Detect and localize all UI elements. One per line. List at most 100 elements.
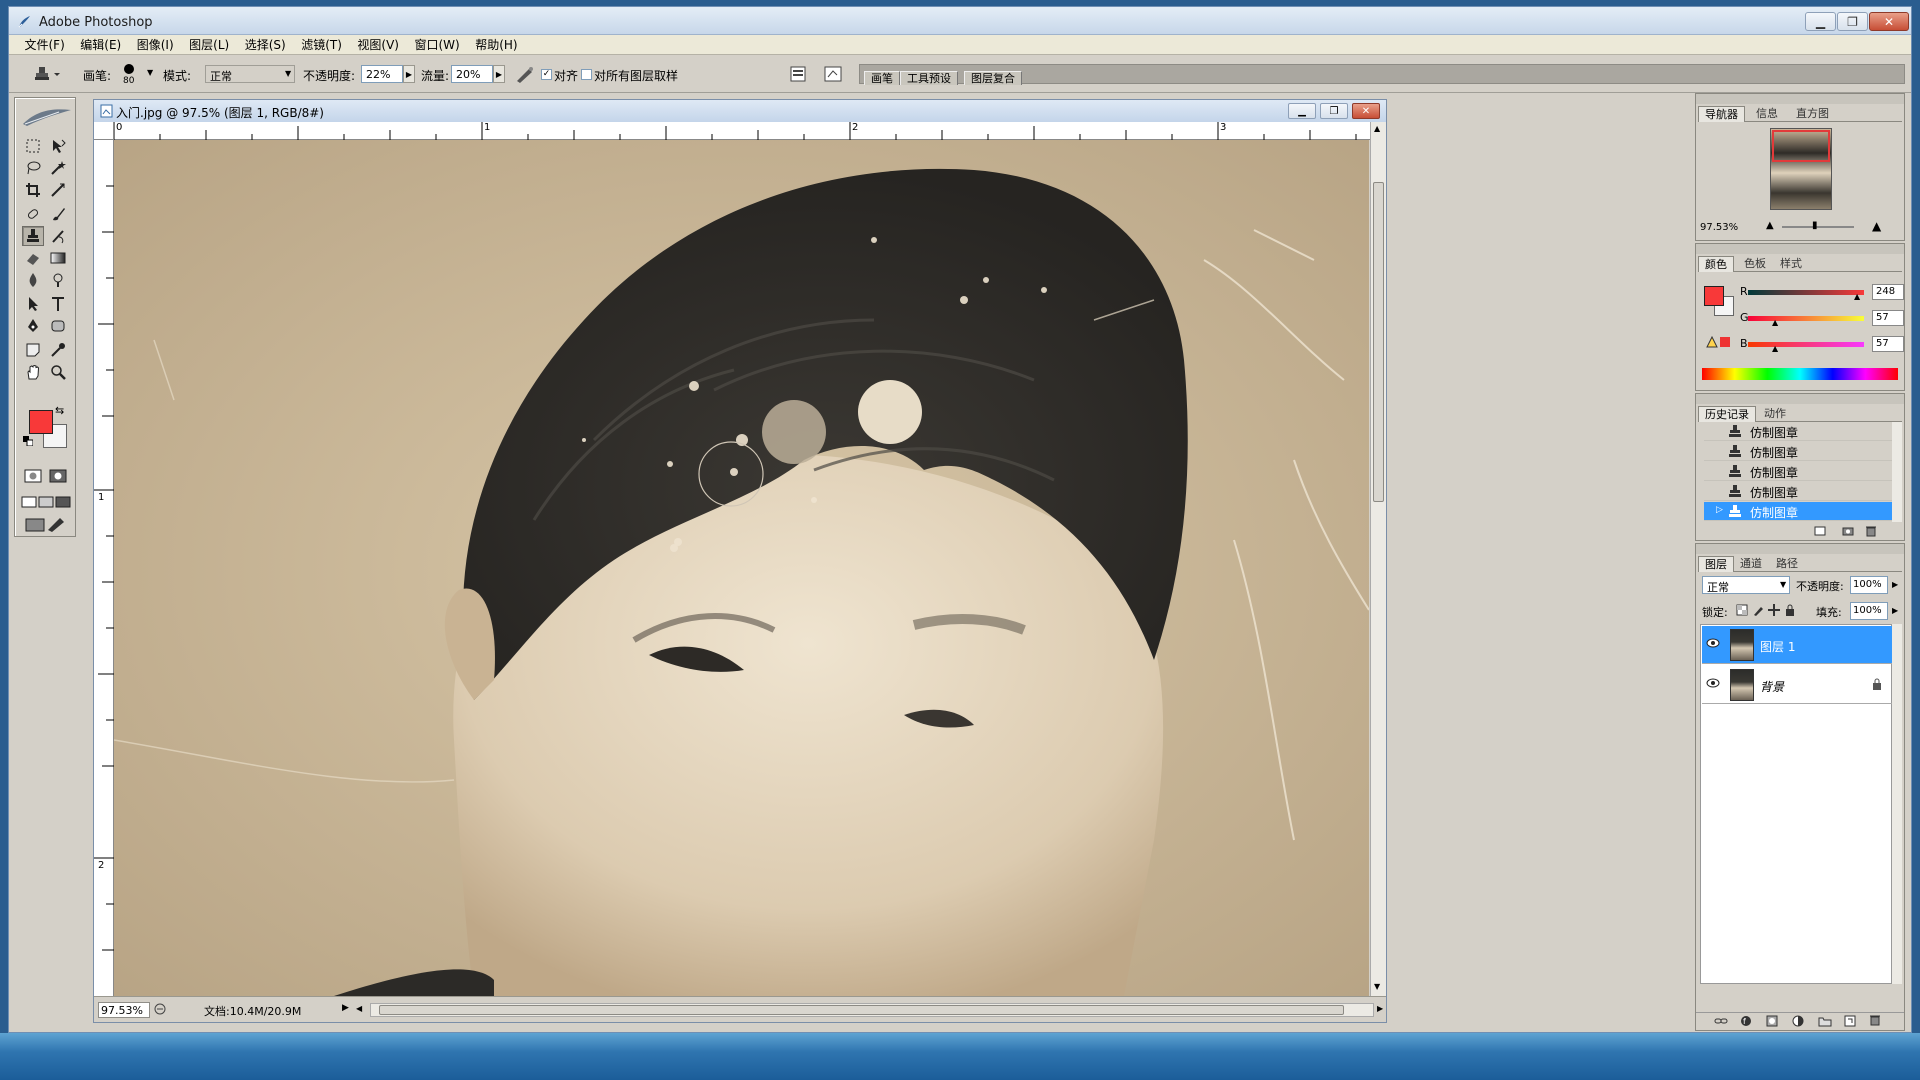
lock-position-icon[interactable] (1768, 604, 1780, 616)
color-slider-b[interactable]: B ▲ 57 (1702, 336, 1904, 356)
gamut-warning-icon[interactable] (1706, 336, 1718, 348)
horizontal-scrollbar[interactable] (370, 1003, 1374, 1017)
tab-history[interactable]: 历史记录 (1698, 406, 1756, 422)
ruler-origin[interactable] (94, 122, 114, 140)
layer-row[interactable]: 背景 (1702, 666, 1894, 704)
brush-picker-arrow-icon[interactable]: ▼ (147, 68, 153, 77)
hand-tool-icon[interactable] (22, 362, 44, 382)
navigator-slider-thumb-icon[interactable]: ▮ (1812, 220, 1818, 231)
clone-stamp-tool-icon[interactable] (22, 226, 44, 246)
quick-mask-mode-icon[interactable] (47, 466, 69, 486)
navigator-thumbnail[interactable] (1770, 128, 1832, 210)
lock-transparent-pixels-icon[interactable] (1736, 604, 1748, 616)
color-panel-foreground-swatch[interactable] (1704, 286, 1724, 306)
menu-view[interactable]: 视图(V) (351, 35, 405, 53)
menu-select[interactable]: 选择(S) (239, 35, 292, 53)
new-layer-icon[interactable] (1844, 1015, 1856, 1027)
gradient-tool-icon[interactable] (47, 248, 69, 268)
airbrush-icon[interactable] (515, 65, 535, 83)
ruler-vertical[interactable]: 1 2 (94, 140, 114, 996)
menu-help[interactable]: 帮助(H) (469, 35, 523, 53)
scroll-left-arrow-icon[interactable]: ◀ (356, 1004, 362, 1013)
panel-header[interactable] (1696, 394, 1904, 404)
document-maximize-button[interactable]: ❐ (1320, 103, 1348, 119)
opacity-input[interactable]: 22% (361, 65, 403, 83)
move-tool-icon[interactable] (47, 136, 69, 156)
standard-mode-icon[interactable] (22, 466, 44, 486)
zoom-tool-icon[interactable] (47, 362, 69, 382)
eyedropper-tool-icon[interactable] (47, 340, 69, 360)
status-info-icon[interactable] (154, 1003, 166, 1015)
menu-filter[interactable]: 滤镜(T) (295, 35, 348, 53)
slider-thumb-icon[interactable]: ▲ (1772, 318, 1778, 327)
b-gradient[interactable] (1748, 342, 1864, 347)
vertical-scrollbar[interactable]: ▲ ▼ (1370, 122, 1386, 996)
blend-mode-select[interactable]: 正常 (1702, 576, 1790, 594)
vertical-scroll-thumb[interactable] (1373, 182, 1384, 502)
slice-tool-icon[interactable] (47, 180, 69, 200)
history-scrollbar[interactable] (1892, 422, 1902, 522)
all-layers-checkbox[interactable] (581, 69, 592, 80)
gamut-color-swatch[interactable] (1720, 337, 1730, 347)
tab-channels[interactable]: 通道 (1734, 556, 1768, 572)
link-layers-icon[interactable] (1714, 1016, 1728, 1026)
status-menu-arrow-icon[interactable]: ▶ (342, 1003, 349, 1013)
dodge-tool-icon[interactable] (47, 270, 69, 290)
type-tool-icon[interactable] (47, 294, 69, 314)
color-slider-r[interactable]: R ▲ 248 (1702, 284, 1904, 304)
add-layer-mask-icon[interactable] (1766, 1015, 1778, 1027)
fill-arrow-icon[interactable]: ▶ (1892, 606, 1898, 615)
layer-style-icon[interactable]: f (1740, 1015, 1752, 1027)
panel-header[interactable] (1696, 244, 1904, 254)
ruler-horizontal[interactable]: 0 1 2 3 (114, 122, 1380, 140)
eraser-tool-icon[interactable] (22, 248, 44, 268)
palette-well-toggle-icon[interactable] (823, 65, 843, 83)
menu-file[interactable]: 文件(F) (19, 35, 71, 53)
new-snapshot-icon[interactable] (1842, 526, 1854, 536)
tab-actions[interactable]: 动作 (1758, 406, 1792, 422)
zoom-level-field[interactable]: 97.53% (98, 1002, 150, 1018)
scroll-up-arrow-icon[interactable]: ▲ (1374, 124, 1380, 133)
r-gradient[interactable] (1748, 290, 1864, 295)
screen-mode-icons[interactable] (18, 492, 74, 512)
visibility-eye-icon[interactable] (1706, 638, 1720, 648)
tab-layers[interactable]: 图层 (1698, 556, 1734, 572)
history-item[interactable]: 仿制图章 (1704, 462, 1892, 481)
navigator-view-box[interactable] (1772, 130, 1830, 162)
flow-slider-arrow-icon[interactable]: ▶ (493, 65, 505, 83)
tab-info[interactable]: 信息 (1750, 106, 1784, 122)
navigator-zoom-slider[interactable] (1782, 226, 1854, 228)
history-item[interactable]: 仿制图章 (1704, 482, 1892, 501)
minimize-button[interactable]: ▁ (1805, 12, 1836, 31)
menu-layer[interactable]: 图层(L) (183, 35, 235, 53)
menu-edit[interactable]: 编辑(E) (74, 35, 127, 53)
g-gradient[interactable] (1748, 316, 1864, 321)
history-item[interactable]: 仿制图章 (1704, 422, 1892, 441)
magic-wand-tool-icon[interactable] (47, 158, 69, 178)
visibility-eye-icon[interactable] (1706, 678, 1720, 688)
trash-icon[interactable] (1866, 525, 1876, 537)
scroll-down-arrow-icon[interactable]: ▼ (1374, 982, 1380, 991)
b-value-input[interactable]: 57 (1872, 336, 1904, 352)
mode-select[interactable]: 正常 (205, 65, 295, 83)
horizontal-scroll-thumb[interactable] (379, 1005, 1344, 1015)
well-tab-brushes[interactable]: 画笔 (864, 71, 900, 85)
history-brush-tool-icon[interactable] (47, 226, 69, 246)
crop-tool-icon[interactable] (22, 180, 44, 200)
notes-tool-icon[interactable] (22, 340, 44, 360)
opacity-slider-arrow-icon[interactable]: ▶ (403, 65, 415, 83)
color-slider-g[interactable]: G ▲ 57 (1702, 310, 1904, 330)
well-tab-layer-comps[interactable]: 图层复合 (964, 71, 1022, 85)
close-button[interactable]: ✕ (1869, 12, 1909, 31)
panel-header[interactable] (1696, 94, 1904, 104)
layer-row[interactable]: 图层 1 (1702, 626, 1894, 664)
document-close-button[interactable]: ✕ (1352, 103, 1380, 119)
adjustment-layer-icon[interactable] (1792, 1015, 1804, 1027)
clone-stamp-tool-preset-icon[interactable] (33, 65, 63, 83)
zoom-in-icon[interactable]: ▲ (1872, 219, 1881, 233)
healing-brush-tool-icon[interactable] (22, 204, 44, 224)
lock-image-pixels-icon[interactable] (1752, 604, 1764, 616)
shape-tool-icon[interactable] (47, 316, 69, 336)
slider-thumb-icon[interactable]: ▲ (1854, 292, 1860, 301)
delete-layer-icon[interactable] (1870, 1014, 1880, 1026)
